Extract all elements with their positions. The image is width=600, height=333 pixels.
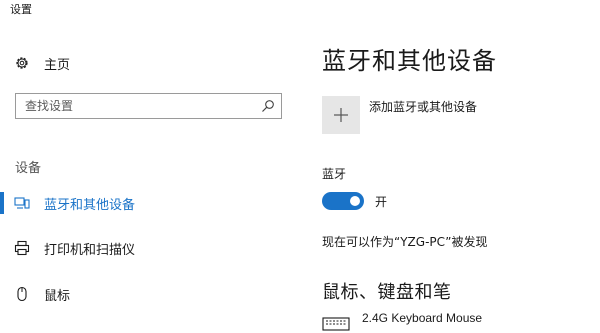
- sidebar-item-label: 打印机和扫描仪: [44, 242, 136, 258]
- nav-home-label: 主页: [44, 57, 71, 73]
- bluetooth-toggle-state: 开: [375, 195, 388, 209]
- printer-icon: [14, 240, 30, 256]
- settings-window: 设置 主页 设备 蓝牙和其他设: [0, 0, 600, 331]
- search-box[interactable]: [15, 93, 282, 119]
- devices-section-heading: 鼠标、键盘和笔: [322, 282, 452, 303]
- keyboard-icon: [322, 317, 352, 331]
- sidebar-item-mouse[interactable]: 鼠标: [14, 282, 284, 306]
- sidebar-item-label: 鼠标: [44, 288, 71, 304]
- add-device-button[interactable]: 添加蓝牙或其他设备: [322, 96, 582, 136]
- add-icon[interactable]: [322, 96, 360, 134]
- sidebar-item-printers[interactable]: 打印机和扫描仪: [14, 236, 284, 260]
- page-title: 蓝牙和其他设备: [322, 47, 497, 75]
- discoverable-status: 现在可以作为“YZG-PC”被发现: [322, 235, 488, 249]
- bluetooth-label: 蓝牙: [322, 167, 347, 181]
- search-icon[interactable]: [261, 99, 275, 113]
- nav-home[interactable]: 主页: [14, 52, 274, 74]
- device-name: 2.4G Keyboard Mouse: [362, 311, 483, 325]
- window-title: 设置: [10, 3, 32, 16]
- bluetooth-devices-icon: [14, 195, 30, 211]
- add-device-label: 添加蓝牙或其他设备: [369, 100, 478, 114]
- selected-indicator: [0, 192, 4, 214]
- device-item[interactable]: 2.4G Keyboard Mouse: [322, 311, 600, 333]
- sidebar-item-label: 蓝牙和其他设备: [44, 197, 136, 213]
- sidebar-item-bluetooth[interactable]: 蓝牙和其他设备: [14, 191, 284, 215]
- bluetooth-toggle[interactable]: [322, 192, 364, 210]
- gear-icon: [14, 55, 30, 71]
- search-input[interactable]: [16, 94, 261, 118]
- sidebar-section-label: 设备: [15, 161, 42, 176]
- toggle-knob: [350, 196, 360, 206]
- mouse-icon: [14, 286, 30, 302]
